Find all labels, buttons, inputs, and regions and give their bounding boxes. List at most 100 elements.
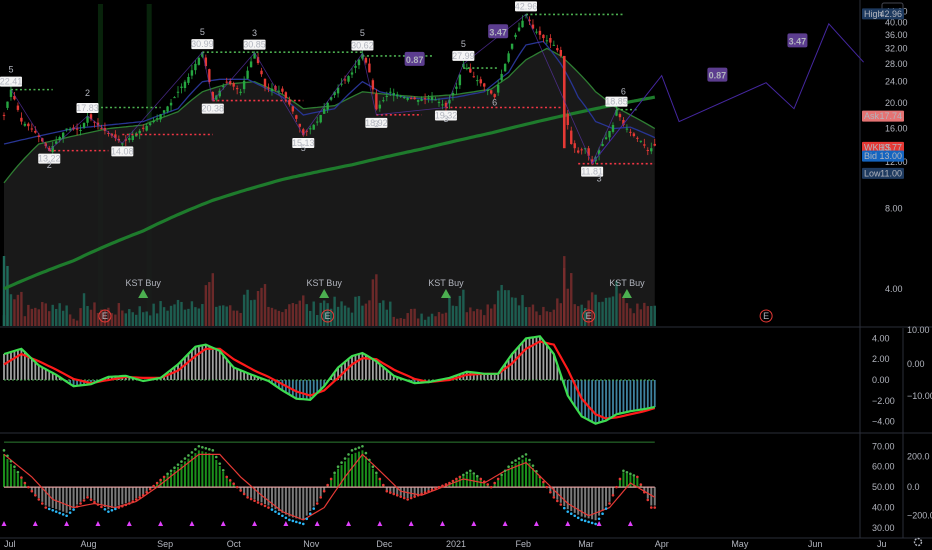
price-marker-label: Bid xyxy=(864,151,877,161)
wave-count-label: 5 xyxy=(461,39,466,49)
candle-body xyxy=(472,76,475,78)
candle-body xyxy=(427,97,430,99)
oscillator-dot xyxy=(40,502,44,505)
oscillator-dot xyxy=(121,504,124,508)
candle-body xyxy=(246,70,249,79)
candle-body xyxy=(159,114,162,120)
volume-bar xyxy=(643,302,646,326)
oscillator-dot xyxy=(145,490,148,494)
histogram-bar xyxy=(295,380,298,399)
volume-bar xyxy=(145,311,148,326)
oscillator-bar xyxy=(201,451,204,488)
oscillator-dot xyxy=(510,461,514,464)
candle-body xyxy=(128,138,131,140)
histogram-bar xyxy=(197,346,200,380)
oscillator-dot xyxy=(34,494,37,497)
oscillator-bar xyxy=(319,487,322,497)
wave-count-label: 2 xyxy=(47,160,52,170)
oscillator-bar xyxy=(337,468,340,488)
volume-bar xyxy=(48,311,51,326)
time-axis-label: Sep xyxy=(157,539,173,549)
price-tick-label: 16.00 xyxy=(885,124,908,134)
histogram-bar xyxy=(208,346,211,380)
candle-body xyxy=(479,79,482,84)
oscillator-bar xyxy=(605,487,608,507)
candle-body xyxy=(319,114,322,123)
oscillator-dot xyxy=(615,485,618,489)
volume-bar xyxy=(493,304,496,326)
oscillator-dot xyxy=(629,472,632,476)
volume-bar xyxy=(215,306,218,326)
oscillator-dot xyxy=(388,491,392,494)
candle-body xyxy=(270,88,274,91)
histogram-bar xyxy=(222,355,225,380)
volume-bar xyxy=(211,273,214,326)
volume-bar xyxy=(409,308,413,326)
oscillator-tick-label: 60.00 xyxy=(872,462,895,472)
ratio-label: 3.47 xyxy=(489,27,507,37)
kst-buy-label: KST Buy xyxy=(306,278,342,288)
candle-body xyxy=(27,123,30,127)
oscillator-dot xyxy=(632,474,636,477)
histogram-bar xyxy=(371,359,374,380)
oscillator-bar xyxy=(587,487,590,519)
volume-bar xyxy=(242,294,246,326)
oscillator-bar xyxy=(410,487,413,497)
candle-body xyxy=(566,113,569,126)
candle-body xyxy=(68,128,72,131)
oscillator-dot xyxy=(482,480,486,483)
histogram-bar xyxy=(194,346,197,380)
volume-bar xyxy=(469,307,472,326)
time-axis-label: Nov xyxy=(303,539,320,549)
wave-count-label: 3 xyxy=(374,119,379,129)
oscillator-dot xyxy=(643,490,646,494)
volume-bar xyxy=(451,305,455,326)
oscillator-dot xyxy=(267,506,270,509)
time-axis-label: May xyxy=(731,539,749,549)
histogram-bar xyxy=(6,352,9,380)
oscillator-dot xyxy=(636,475,639,479)
volume-bar xyxy=(13,299,16,326)
volume-bar xyxy=(68,314,72,326)
oscillator-bar xyxy=(330,479,333,488)
volume-bar xyxy=(340,301,343,326)
oscillator-dot xyxy=(89,498,93,502)
histogram-bar xyxy=(542,340,545,380)
oscillator-bar xyxy=(302,487,305,521)
candle-body xyxy=(517,27,521,31)
oscillator-dot xyxy=(475,474,479,478)
time-axis-label: Apr xyxy=(655,539,669,549)
candle-body xyxy=(309,128,312,130)
oscillator-dot xyxy=(434,487,437,490)
volume-bar xyxy=(263,284,267,326)
oscillator-bar xyxy=(117,487,120,506)
candle-body xyxy=(291,106,295,112)
secondary-tick-label: 0.00 xyxy=(907,359,925,369)
oscillator-bar xyxy=(538,477,541,488)
oscillator-bar xyxy=(138,487,141,497)
volume-bar xyxy=(625,303,629,326)
candle-body xyxy=(535,31,538,33)
oscillator-dot xyxy=(204,447,208,450)
volume-bar xyxy=(201,304,204,326)
volume-bar xyxy=(336,306,340,326)
volume-bar xyxy=(128,309,131,326)
oscillator-dot xyxy=(194,448,197,451)
oscillator-bar xyxy=(497,479,500,488)
candle-body xyxy=(249,61,253,68)
volume-bar xyxy=(396,318,399,326)
candle-body xyxy=(371,80,375,90)
oscillator-bar xyxy=(58,487,61,511)
candle-body xyxy=(455,86,458,89)
volume-bar xyxy=(483,315,486,326)
candle-body xyxy=(20,117,23,122)
candle-body xyxy=(385,95,388,97)
oscillator-dot xyxy=(427,489,430,493)
oscillator-dot xyxy=(82,499,86,502)
oscillator-bar xyxy=(197,450,200,488)
volume-bar xyxy=(27,304,30,326)
candle-body xyxy=(420,99,423,101)
oscillator-bar xyxy=(608,487,611,502)
oscillator-dot xyxy=(308,512,312,515)
histogram-bar xyxy=(37,365,40,380)
